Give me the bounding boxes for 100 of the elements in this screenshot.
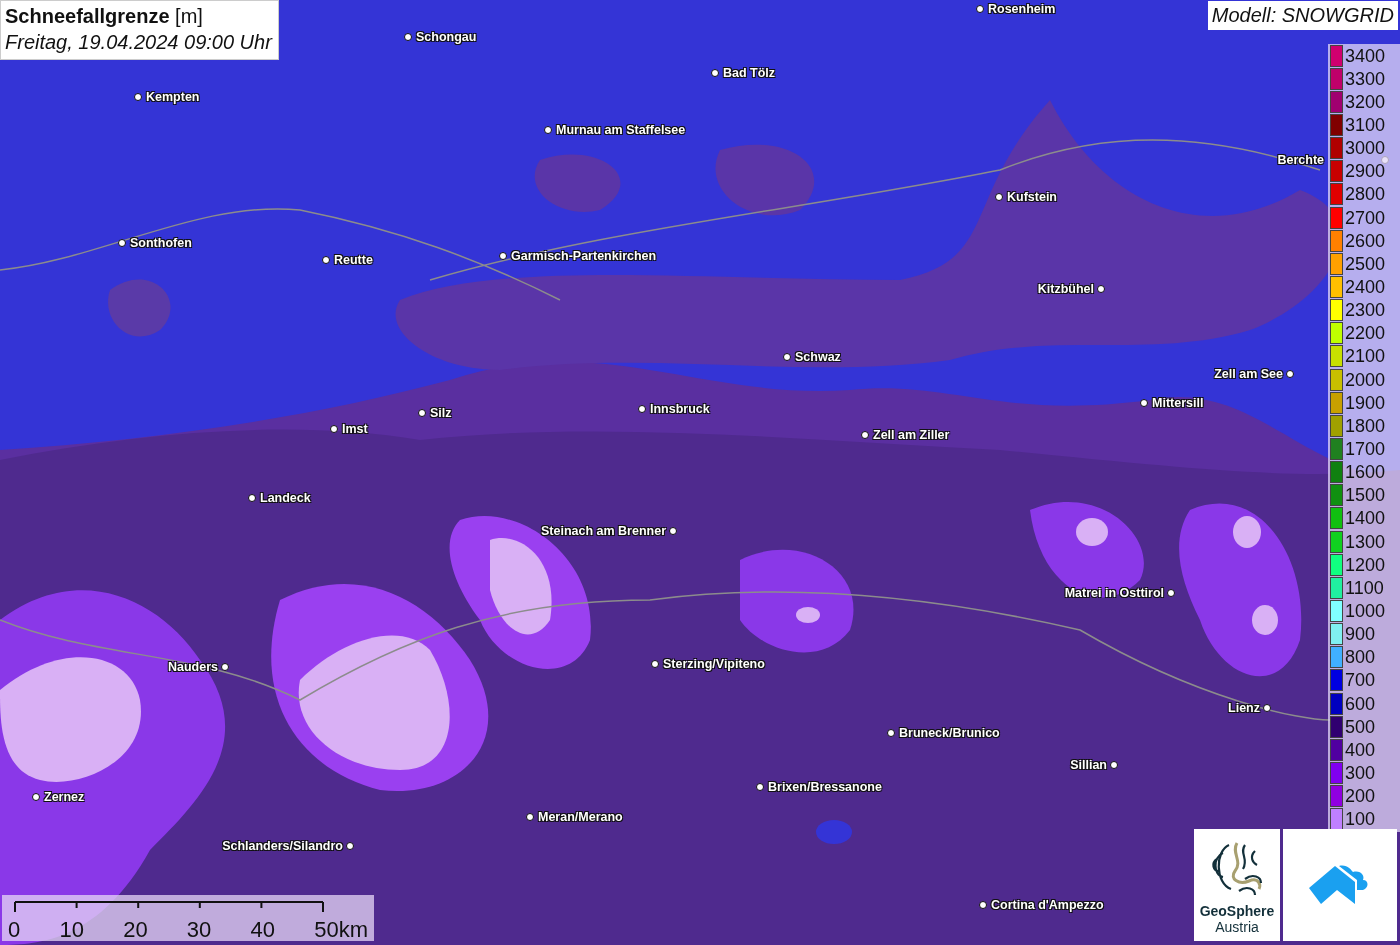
city-dot-icon (1286, 370, 1294, 378)
logo-subtitle: Austria (1215, 919, 1259, 935)
legend-label: 2100 (1345, 346, 1386, 367)
city-label: Kitzbühel (1037, 281, 1094, 297)
city-dot-icon (1097, 285, 1105, 293)
city-dot-icon (526, 813, 534, 821)
legend-label: 2800 (1345, 184, 1386, 205)
legend-label: 2600 (1345, 230, 1386, 251)
city-label: Imst (342, 421, 368, 437)
legend-label: 1100 (1345, 577, 1384, 598)
legend-label: 2200 (1345, 323, 1386, 344)
scale-label: 50km (314, 918, 368, 942)
city-label: Murnau am Staffelsee (556, 122, 686, 138)
city-dot-icon (346, 842, 354, 850)
legend-label: 3400 (1345, 45, 1386, 66)
city-label: Landeck (260, 490, 311, 506)
scale-label: 40 (250, 918, 275, 942)
city-label: Kufstein (1007, 189, 1057, 205)
city-label: Sonthofen (130, 235, 192, 251)
map-title: Schneefallgrenze [m] (5, 4, 204, 29)
city-dot-icon (1167, 589, 1175, 597)
legend-label: 800 (1345, 647, 1376, 668)
legend-label: 1000 (1345, 600, 1386, 621)
city-dot-icon (499, 252, 507, 260)
city-label: Cortina d'Ampezzo (991, 897, 1104, 913)
legend-label: 1400 (1345, 508, 1386, 529)
legend-label: 2300 (1345, 300, 1386, 321)
city-label: Schwaz (795, 349, 841, 365)
legend-label: 3000 (1345, 138, 1386, 159)
city-dot-icon (32, 793, 40, 801)
legend-label: 1900 (1345, 392, 1386, 413)
legend-label: 2400 (1345, 276, 1386, 297)
city-dot-icon (248, 494, 256, 502)
legend-label: 2500 (1345, 253, 1386, 274)
city-dot-icon (134, 93, 142, 101)
city-dot-icon (221, 663, 229, 671)
city-label: Brixen/Bressanone (768, 779, 882, 795)
city-label: Steinach am Brenner (540, 523, 666, 539)
city-label: Sillian (1070, 757, 1107, 773)
legend-label: 600 (1345, 693, 1376, 714)
city-dot-icon (418, 409, 426, 417)
city-dot-icon (322, 256, 330, 264)
city-label: Kempten (146, 89, 200, 105)
city-label: Rosenheim (988, 1, 1056, 17)
city-dot-icon (995, 193, 1003, 201)
legend-label: 3100 (1345, 115, 1386, 135)
city-label: Zernez (44, 789, 85, 805)
legend-label: 3300 (1345, 68, 1386, 89)
city-label: Mittersill (1152, 395, 1204, 411)
city-dot-icon (118, 239, 126, 247)
legend-label: 2900 (1345, 161, 1386, 182)
city-dot-icon (711, 69, 719, 77)
city-label: Meran/Merano (538, 809, 623, 825)
map-date: Freitag, 19.04.2024 09:00 Uhr (5, 30, 272, 55)
city-label: Innsbruck (650, 401, 710, 417)
legend-label: 400 (1345, 739, 1376, 760)
legend-label: 100 (1345, 809, 1376, 830)
legend-label: 500 (1345, 716, 1376, 737)
city-dot-icon (783, 353, 791, 361)
city-dot-icon (1110, 761, 1118, 769)
legend-label: 1500 (1345, 485, 1386, 506)
city-label: Zell am See (1214, 366, 1283, 382)
legend-label: 1200 (1345, 554, 1386, 575)
scale-bar-icon (14, 899, 324, 913)
scale-label: 0 (8, 918, 21, 942)
city-dot-icon (669, 527, 677, 535)
legend-label: 700 (1345, 670, 1376, 691)
city-label: Lienz (1228, 700, 1260, 716)
city-label: Berchte (1277, 152, 1324, 168)
city-label: Schlanders/Silandro (222, 838, 343, 854)
legend-label: 300 (1345, 762, 1376, 783)
legend-label: 1600 (1345, 462, 1386, 483)
city-dot-icon (330, 425, 338, 433)
logo-name: GeoSphere (1199, 903, 1275, 919)
legend-label: 2700 (1345, 207, 1386, 228)
city-dot-icon (979, 901, 987, 909)
city-label: Silz (430, 405, 452, 421)
legend-label: 2000 (1345, 369, 1386, 390)
city-dot-icon (638, 405, 646, 413)
scale-label: 20 (123, 918, 148, 942)
scale-label: 10 (59, 918, 84, 942)
city-label: Matrei in Osttirol (1064, 585, 1164, 601)
legend-label: 1300 (1345, 531, 1386, 552)
city-dot-icon (756, 783, 764, 791)
city-label: Bad Tölz (723, 65, 776, 81)
legend-label: 1800 (1345, 415, 1386, 436)
legend-label: 200 (1345, 786, 1376, 807)
scale-label: 30 (186, 918, 212, 942)
city-dot-icon (887, 729, 895, 737)
city-label: Garmisch-Partenkirchen (511, 248, 657, 264)
city-label: Zell am Ziller (873, 427, 950, 443)
city-dot-icon (651, 660, 659, 668)
legend-label: 3200 (1345, 91, 1386, 112)
city-label: Sterzing/Vipiteno (663, 656, 765, 672)
city-label: Nauders (167, 659, 218, 675)
city-dot-icon (861, 431, 869, 439)
city-dot-icon (544, 126, 552, 134)
legend-label: 900 (1345, 624, 1376, 645)
city-dot-icon (976, 5, 984, 13)
city-label: Bruneck/Brunico (899, 725, 1000, 741)
